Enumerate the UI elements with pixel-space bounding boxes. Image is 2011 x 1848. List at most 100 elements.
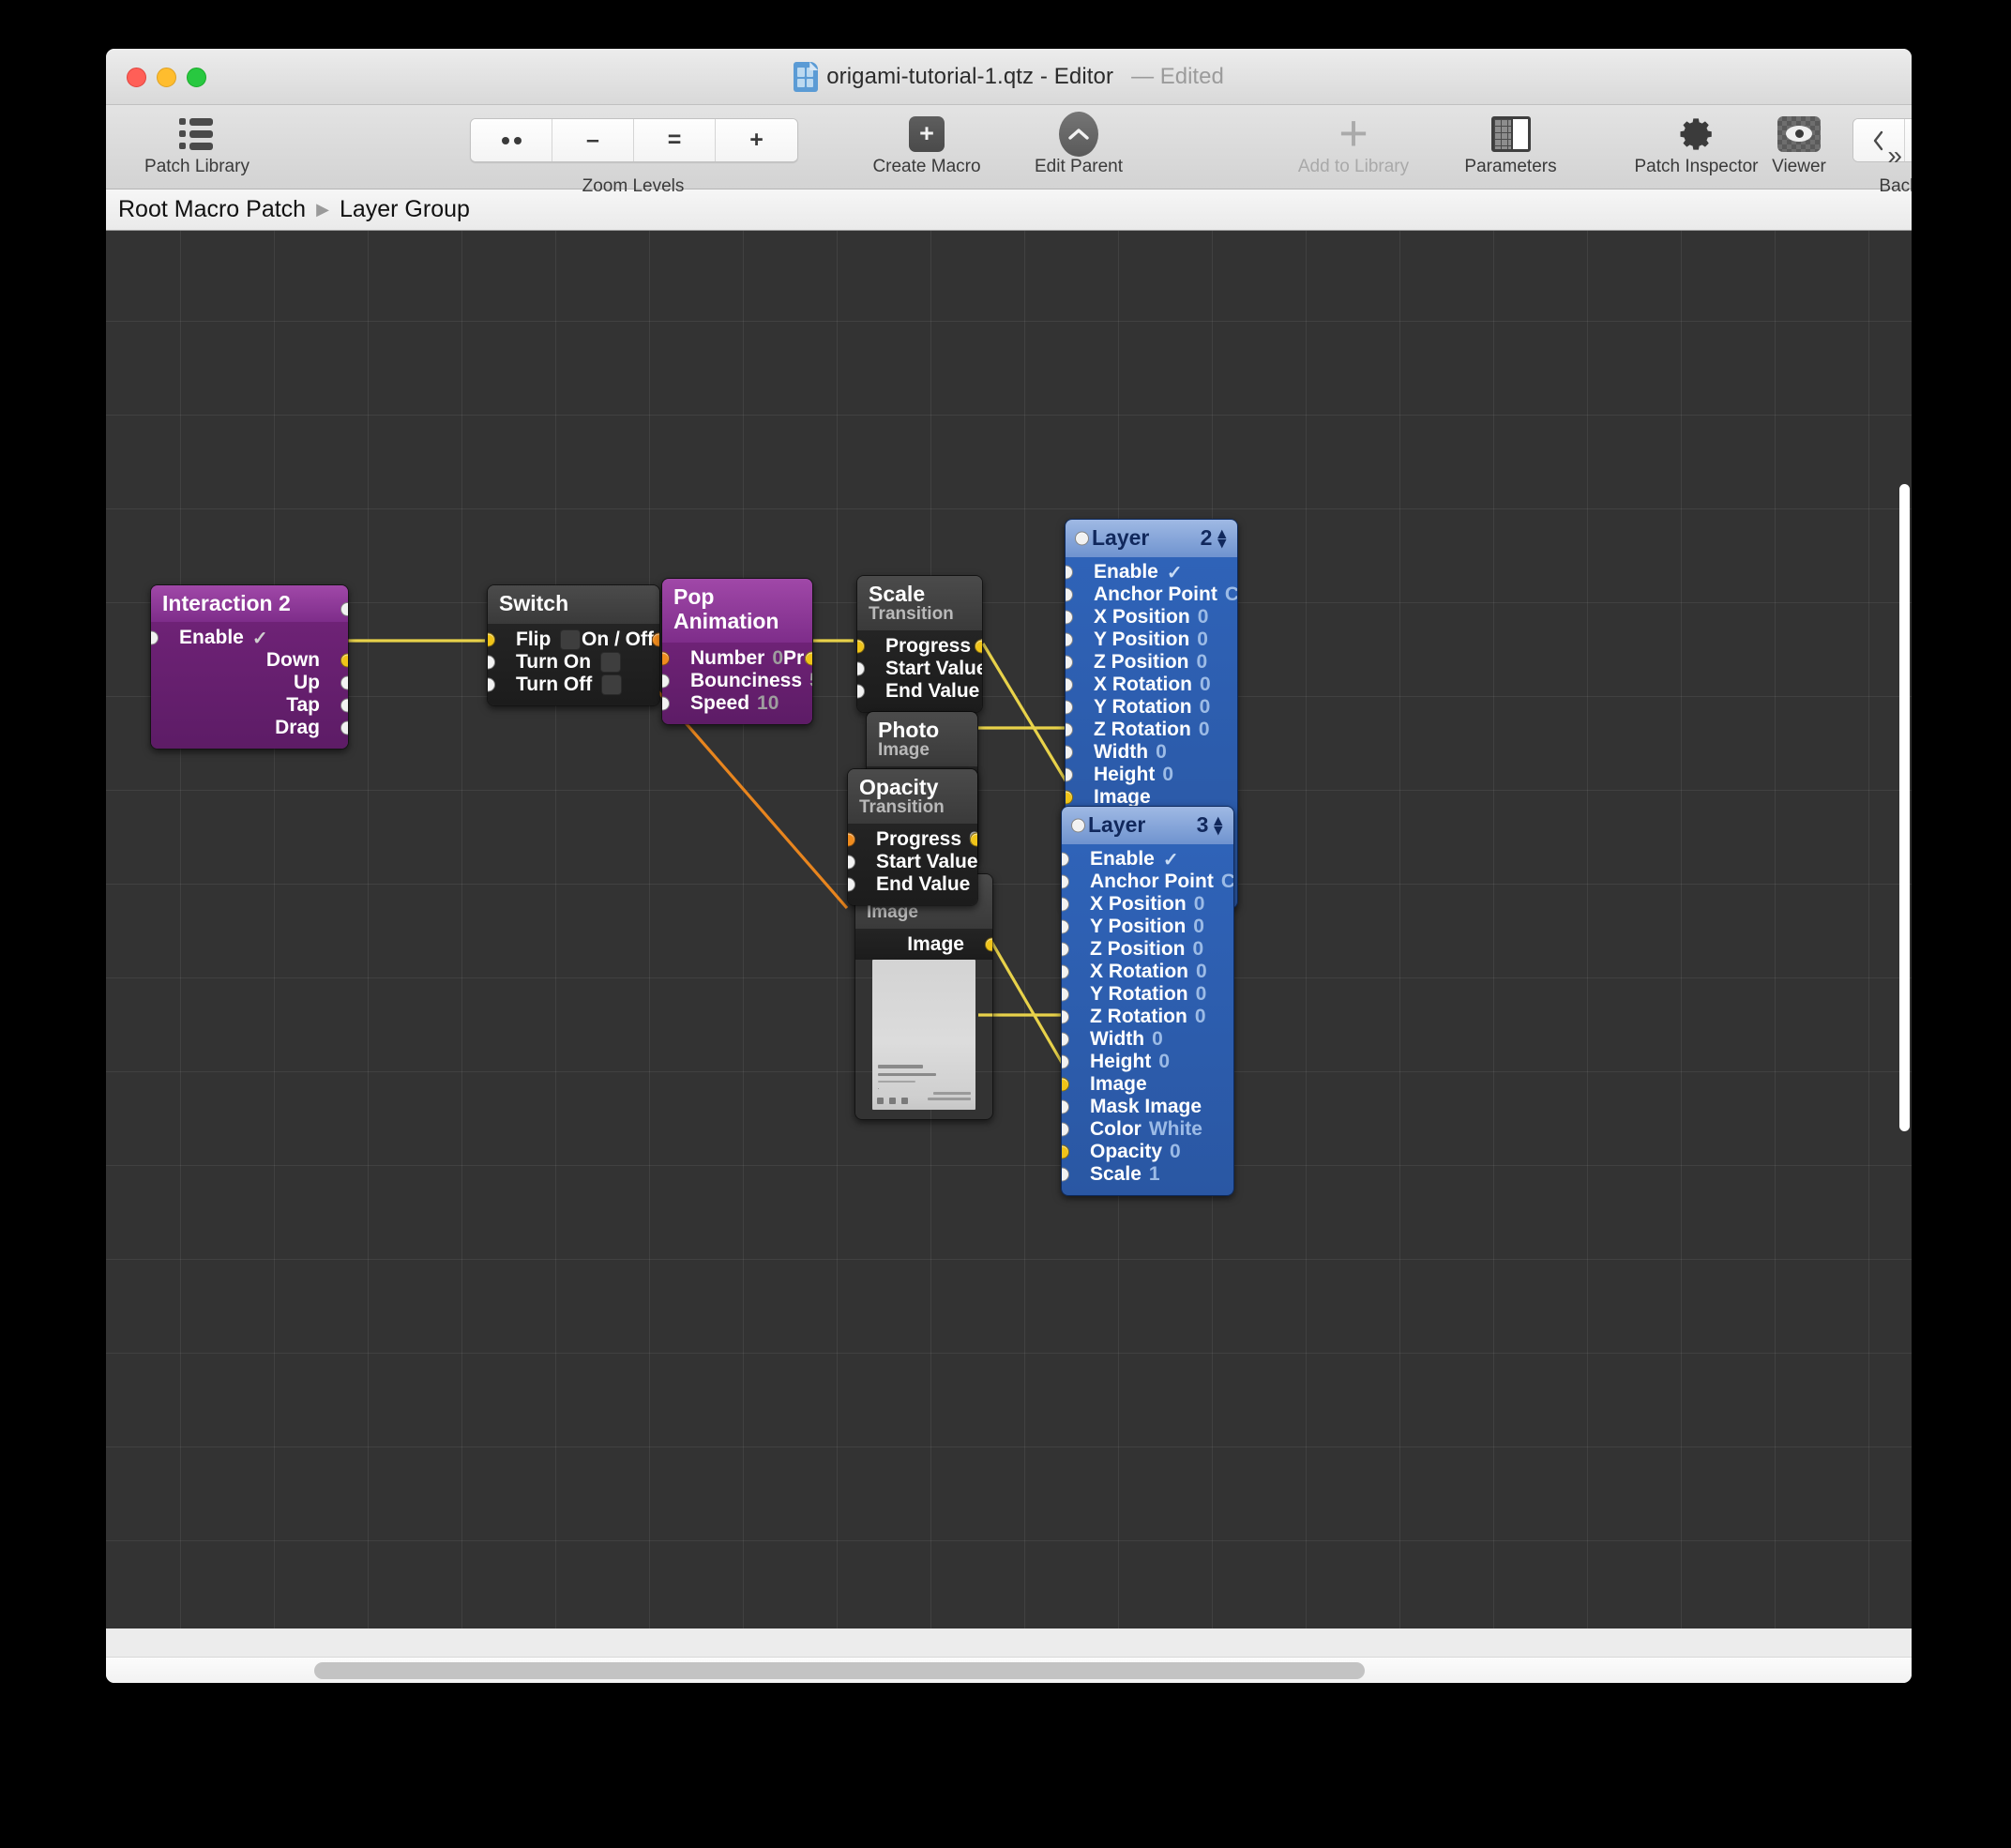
stepper-icon[interactable]: ▴ ▾: [1217, 525, 1226, 551]
checkbox-enable[interactable]: ✓: [1167, 561, 1183, 584]
input-port-anchor-point[interactable]: [1062, 874, 1069, 889]
port-value[interactable]: 0: [1158, 1051, 1170, 1073]
input-port-speed[interactable]: [662, 696, 670, 711]
port-value[interactable]: 0: [1198, 606, 1209, 629]
patch-header[interactable]: Interaction 2: [151, 585, 348, 623]
patch-header[interactable]: Switch: [488, 585, 659, 625]
port-row-y-position[interactable]: Y Position 0: [1066, 629, 1237, 651]
port-value[interactable]: 0: [1196, 961, 1207, 983]
port-row-color[interactable]: Color White: [1062, 1118, 1233, 1141]
output-port-image[interactable]: [985, 937, 992, 952]
patch-interaction-2[interactable]: Interaction 2 Enable ✓ Down Up Tap Drag: [150, 584, 349, 750]
port-row-end-value[interactable]: End Value 1: [848, 873, 977, 896]
input-port-y-position[interactable]: [1066, 632, 1073, 647]
input-port-x-position[interactable]: [1062, 897, 1069, 912]
input-port-bounciness[interactable]: [662, 674, 670, 689]
port-row-tap[interactable]: Tap: [151, 694, 348, 717]
switch-turn-off[interactable]: [601, 674, 623, 696]
patch-opacity-transition[interactable]: Opacity Transition Progress 0 Value Star…: [847, 768, 978, 907]
port-row-enable[interactable]: Enable ✓: [151, 627, 348, 649]
port-row-y-rotation[interactable]: Y Rotation 0: [1062, 983, 1233, 1006]
input-port-color[interactable]: [1062, 1122, 1069, 1137]
input-port-z-rotation[interactable]: [1062, 1009, 1069, 1024]
port-row-turn-off[interactable]: Turn Off: [488, 674, 659, 696]
port-value[interactable]: 10: [757, 692, 779, 715]
patch-header[interactable]: Pop Animation: [662, 579, 812, 643]
vertical-scrollbar[interactable]: [1897, 231, 1912, 1602]
port-value[interactable]: 0: [1152, 1028, 1163, 1051]
port-row-x-position[interactable]: X Position 0: [1066, 606, 1237, 629]
port-value[interactable]: 0: [1170, 1141, 1181, 1163]
port-value[interactable]: 0: [1193, 938, 1204, 961]
stepper-icon[interactable]: ▴ ▾: [1214, 812, 1222, 838]
switch-flip[interactable]: [560, 629, 582, 651]
port-row-height[interactable]: Height 0: [1062, 1051, 1233, 1073]
patch-scale-transition[interactable]: Scale Transition Progress 0 Value Start …: [856, 575, 983, 714]
port-value[interactable]: 0: [1200, 674, 1211, 696]
parameters-button[interactable]: Parameters: [1433, 105, 1588, 189]
port-row-down[interactable]: Down: [151, 649, 348, 672]
input-port-x-rotation[interactable]: [1066, 677, 1073, 692]
port-value[interactable]: 0: [1197, 629, 1208, 651]
port-row-start-value[interactable]: Start Value 0.4: [857, 658, 982, 680]
port-row-x-position[interactable]: X Position 0: [1062, 893, 1233, 916]
horizontal-scrollbar-thumb[interactable]: [314, 1662, 1365, 1679]
output-port-drag[interactable]: [340, 720, 348, 735]
input-port-end-value[interactable]: [857, 684, 865, 699]
input-port-y-rotation[interactable]: [1062, 987, 1069, 1002]
port-value[interactable]: 0: [1156, 741, 1167, 764]
port-row-image[interactable]: Image: [855, 933, 992, 956]
output-port-progress[interactable]: [805, 651, 812, 666]
input-port-start-value[interactable]: [857, 661, 865, 676]
port-value[interactable]: Center: [1221, 871, 1233, 893]
port-row-opacity[interactable]: Opacity 0: [1062, 1141, 1233, 1163]
port-value[interactable]: 1: [977, 873, 978, 896]
port-row-enable[interactable]: Enable ✓: [1062, 848, 1233, 871]
port-value[interactable]: 1: [1149, 1163, 1160, 1186]
output-port-onoff[interactable]: [652, 632, 659, 647]
port-value[interactable]: 5: [809, 670, 812, 692]
output-port-up[interactable]: [340, 675, 348, 690]
port-row-anchor-point[interactable]: Anchor Point Center: [1062, 871, 1233, 893]
port-value[interactable]: 0: [1162, 764, 1173, 786]
port-value[interactable]: White: [1149, 1118, 1202, 1141]
patch-header[interactable]: Scale Transition: [857, 576, 982, 631]
port-row-x-rotation[interactable]: X Rotation 0: [1062, 961, 1233, 983]
input-port-width[interactable]: [1062, 1032, 1069, 1047]
input-port-enable[interactable]: [151, 630, 159, 645]
port-value[interactable]: 0: [1193, 916, 1204, 938]
input-port-z-rotation[interactable]: [1066, 722, 1073, 737]
port-row-start-value[interactable]: Start Value 0: [848, 851, 977, 873]
patch-library-button[interactable]: Patch Library: [127, 105, 267, 189]
port-row-anchor-point[interactable]: Anchor Point Center: [1066, 583, 1237, 606]
port-row-progress[interactable]: Progress 0 Value: [857, 635, 982, 658]
input-port-x-rotation[interactable]: [1062, 964, 1069, 979]
patch-canvas[interactable]: Interaction 2 Enable ✓ Down Up Tap Drag …: [106, 231, 1912, 1628]
patch-switch[interactable]: Switch Flip On / Off Turn On Turn Off: [487, 584, 660, 707]
layer-index-stepper[interactable]: 3 ▴ ▾: [1197, 812, 1222, 838]
port-value[interactable]: 0: [772, 647, 783, 670]
input-port-y-position[interactable]: [1062, 919, 1069, 934]
input-port-width[interactable]: [1066, 745, 1073, 760]
patch-header[interactable]: Opacity Transition: [848, 769, 977, 825]
input-port-end-value[interactable]: [848, 877, 855, 892]
input-port-turn-on[interactable]: [488, 655, 495, 670]
input-port-enable[interactable]: [1066, 565, 1073, 580]
create-macro-button[interactable]: + Create Macro: [856, 105, 997, 189]
input-port-mask-image[interactable]: [1062, 1099, 1069, 1114]
port-value[interactable]: Center: [1225, 583, 1237, 606]
patch-pop-animation[interactable]: Pop Animation Number 0 Progress Bouncine…: [661, 578, 813, 725]
port-row-flip[interactable]: Flip On / Off: [488, 629, 659, 651]
port-row-mask-image[interactable]: Mask Image: [1062, 1096, 1233, 1118]
port-row-turn-on[interactable]: Turn On: [488, 651, 659, 674]
input-port-x-position[interactable]: [1066, 610, 1073, 625]
breadcrumb-root[interactable]: Root Macro Patch: [118, 196, 306, 223]
input-port-progress[interactable]: [848, 832, 855, 847]
port-value[interactable]: 0: [1200, 696, 1211, 719]
horizontal-scrollbar[interactable]: [106, 1657, 1912, 1683]
checkbox-enable[interactable]: ✓: [1163, 848, 1179, 871]
port-row-bounciness[interactable]: Bounciness 5: [662, 670, 812, 692]
header-output-port[interactable]: [340, 602, 348, 616]
port-row-image[interactable]: Image: [1062, 1073, 1233, 1096]
input-port-image[interactable]: [1066, 790, 1073, 805]
